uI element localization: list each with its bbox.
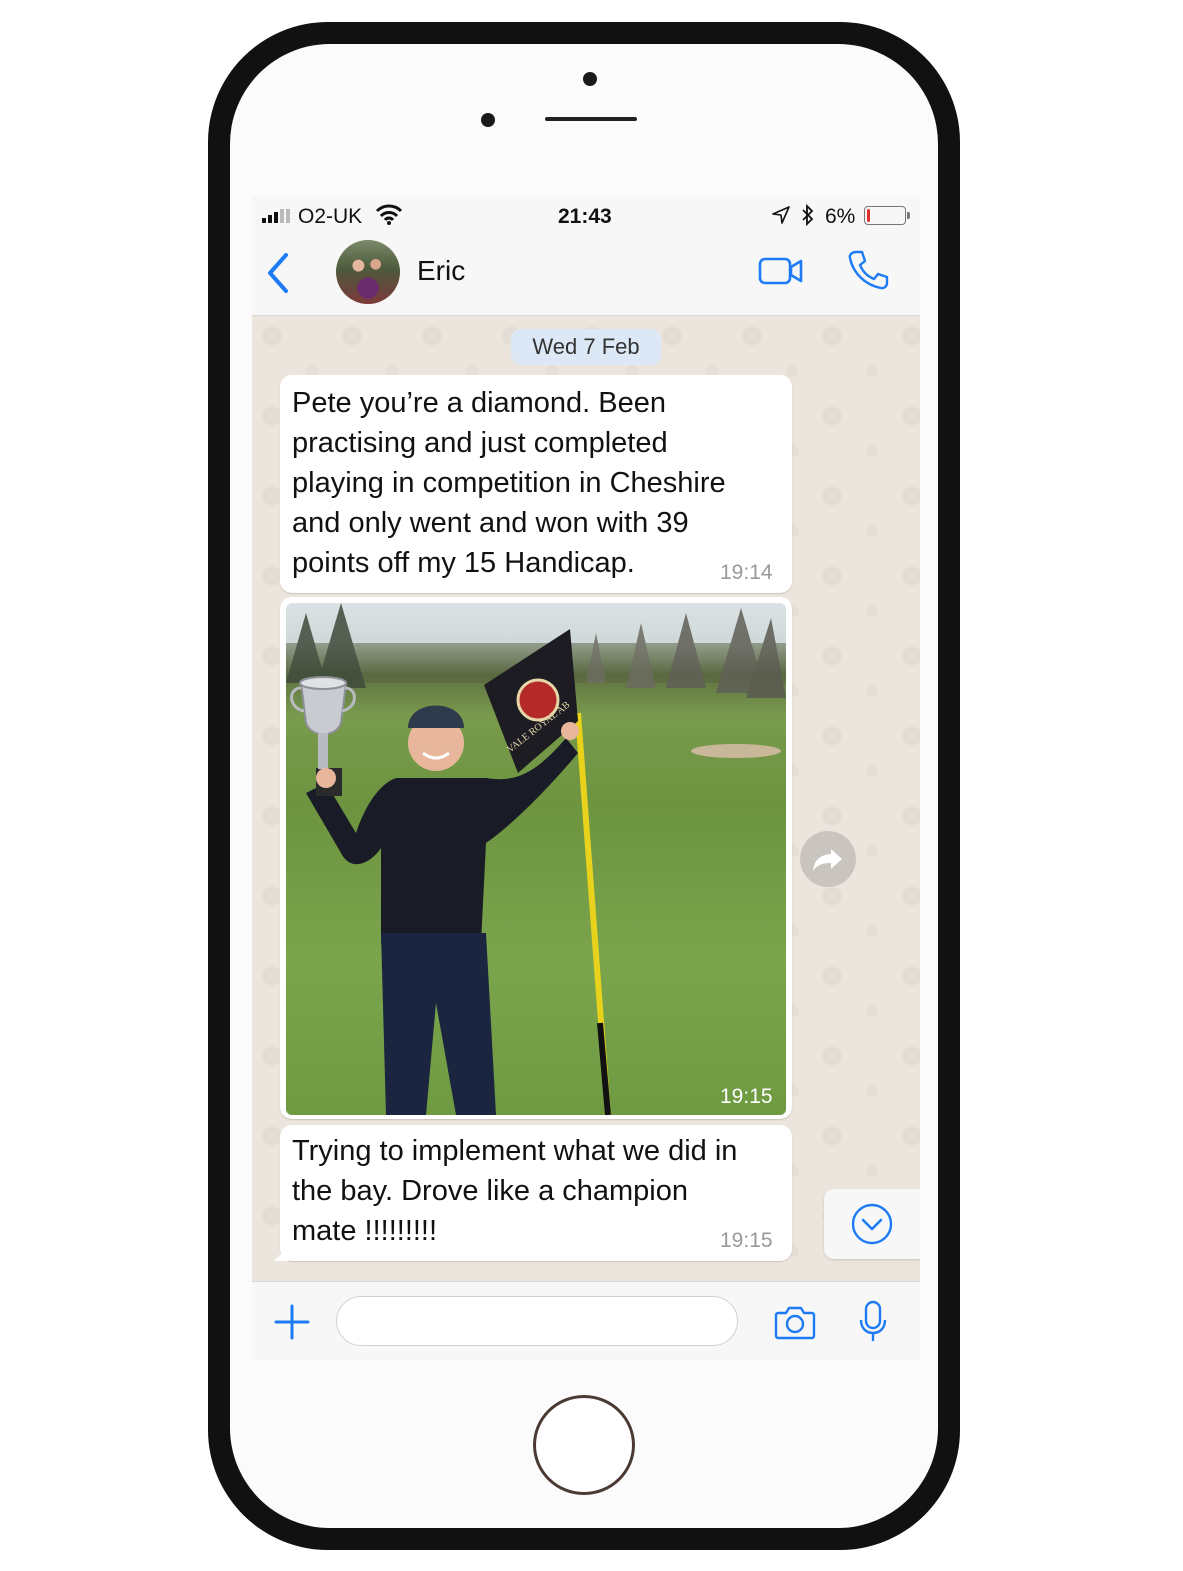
- status-bar: O2-UK 21:43 6%: [252, 197, 920, 235]
- battery-percent: 6%: [825, 205, 856, 228]
- message-line: mate !!!!!!!!!: [292, 1215, 438, 1247]
- scroll-to-bottom-button[interactable]: [824, 1189, 920, 1259]
- forward-arrow-icon: [813, 849, 842, 871]
- message-bubble[interactable]: Trying to implement what we did in the b…: [280, 1125, 792, 1261]
- location-arrow-icon: [772, 206, 790, 224]
- clock: 21:43: [558, 205, 612, 228]
- contact-name[interactable]: Eric: [417, 255, 465, 287]
- battery-level: [867, 209, 870, 222]
- battery-icon: [864, 206, 910, 225]
- video-call-icon[interactable]: [758, 255, 804, 287]
- signal-icon: [262, 209, 290, 223]
- message-text: Pete you’re a diamond. Been practising a…: [292, 383, 726, 583]
- forward-button[interactable]: [800, 831, 856, 887]
- message-line: playing in competition in Cheshire: [292, 467, 726, 499]
- image-message-bubble[interactable]: VALE ROYAL AB 19:15: [280, 597, 792, 1119]
- message-text: Trying to implement what we did in the b…: [292, 1131, 737, 1251]
- message-time: 19:15: [720, 1229, 773, 1252]
- bubble-tail: [274, 1247, 288, 1261]
- avatar[interactable]: [336, 240, 400, 304]
- earpiece-speaker: [545, 117, 637, 121]
- message-line: the bay. Drove like a champion: [292, 1175, 689, 1207]
- plus-icon[interactable]: [274, 1304, 310, 1340]
- back-chevron-icon[interactable]: [264, 251, 292, 295]
- microphone-icon[interactable]: [858, 1300, 888, 1344]
- message-line: Trying to implement what we did in: [292, 1135, 738, 1167]
- message-bubble[interactable]: Pete you’re a diamond. Been practising a…: [280, 375, 792, 593]
- golf-trophy-photo[interactable]: VALE ROYAL AB 19:15: [286, 603, 786, 1115]
- message-line: points off my 15 Handicap.: [292, 547, 635, 579]
- carrier-name: O2-UK: [298, 205, 363, 228]
- message-line: practising and just completed: [292, 427, 668, 459]
- bluetooth-icon: [802, 204, 814, 226]
- date-separator: Wed 7 Feb: [511, 329, 661, 365]
- screen: O2-UK 21:43 6% Eric Wed 7 Feb Pete you’r…: [252, 197, 920, 1360]
- message-time: 19:14: [720, 561, 773, 584]
- chat-header: Eric: [252, 235, 920, 316]
- photo-illustration: VALE ROYAL AB: [286, 603, 786, 1115]
- proximity-sensor: [481, 113, 495, 127]
- wifi-icon: [376, 204, 402, 225]
- message-time: 19:15: [720, 1085, 773, 1108]
- camera-icon[interactable]: [774, 1304, 816, 1340]
- message-input[interactable]: [336, 1296, 738, 1346]
- home-button[interactable]: [533, 1395, 635, 1495]
- chevron-down-circle-icon: [851, 1203, 893, 1245]
- front-camera: [583, 72, 597, 86]
- message-line: Pete you’re a diamond. Been: [292, 387, 667, 419]
- phone-call-icon[interactable]: [847, 249, 889, 291]
- composer-bar: [252, 1281, 920, 1360]
- message-line: and only went and won with 39: [292, 507, 689, 539]
